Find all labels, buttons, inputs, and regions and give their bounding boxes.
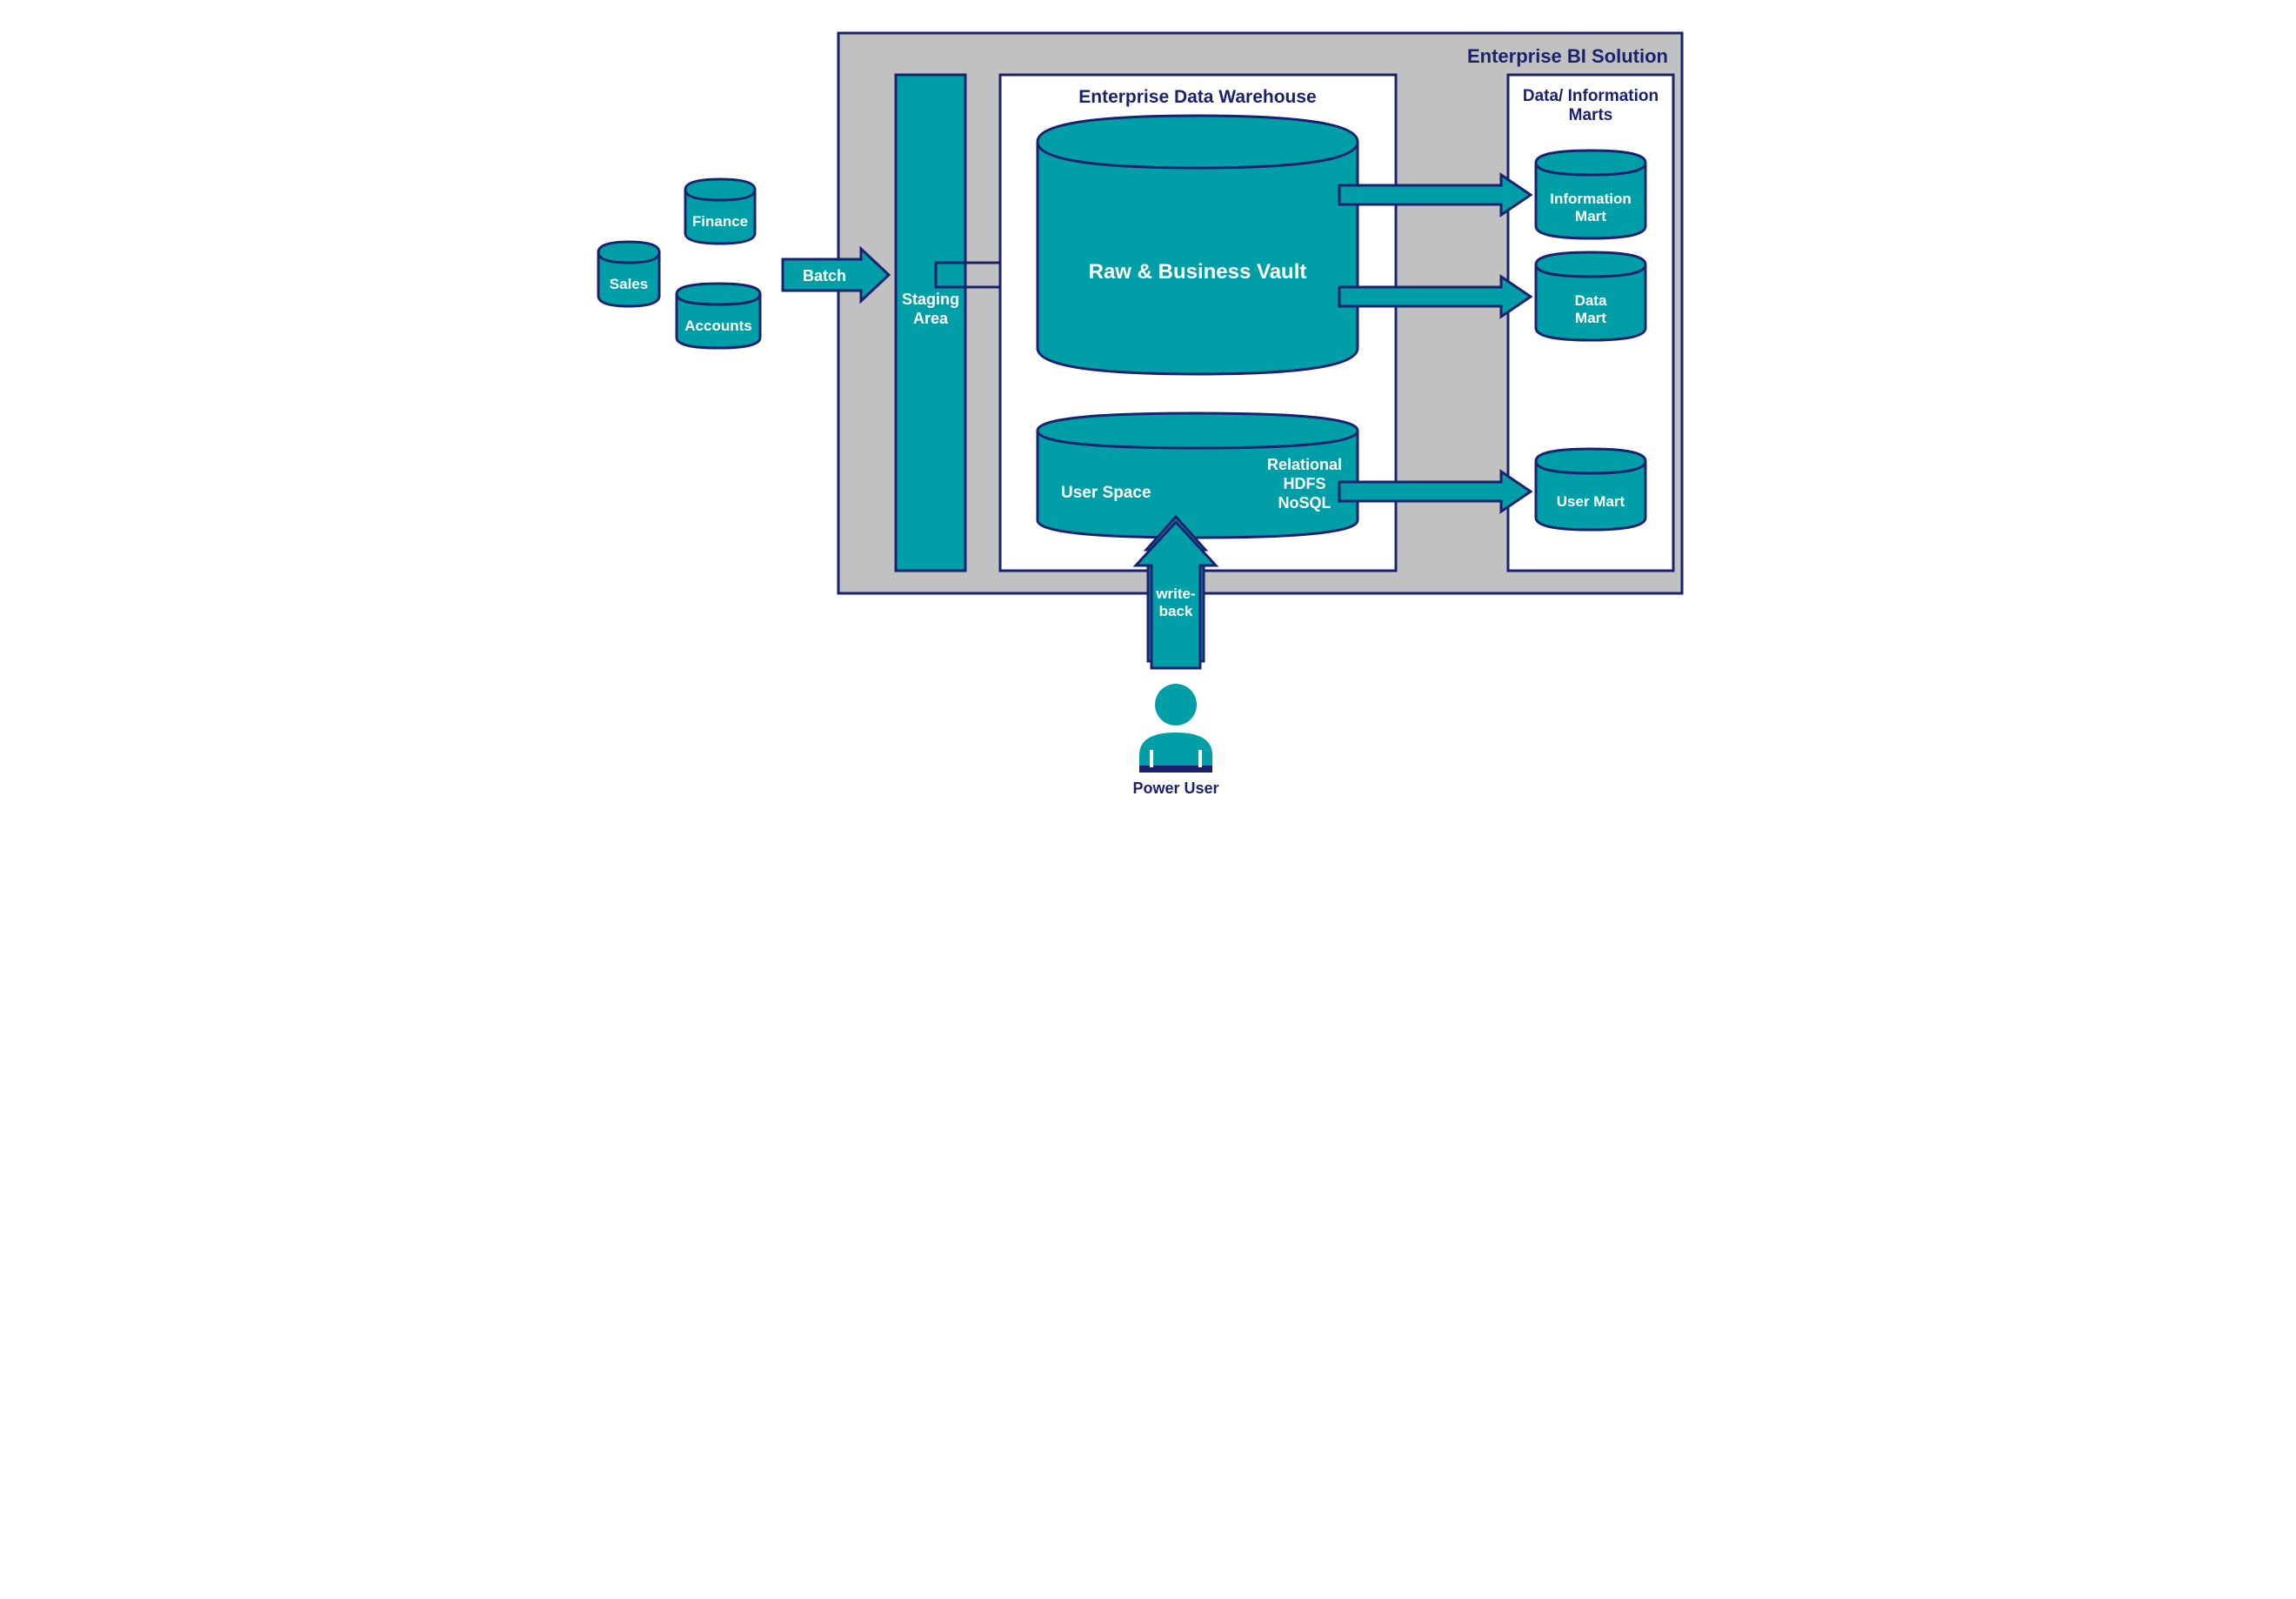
power-user-icon [1139,684,1212,773]
batch-arrow-label: Batch [803,267,846,284]
info-mart-cylinder: InformationMart [1536,151,1645,238]
writeback-label: write-back [1155,585,1195,619]
data-mart-cylinder: DataMart [1536,252,1645,340]
source-accounts-cylinder: Accounts [677,284,760,348]
userspace-cylinder: User Space RelationalHDFSNoSQL [1038,413,1358,538]
userspace-label: User Space [1061,484,1151,502]
user-mart-cylinder: User Mart [1536,449,1645,530]
solution-title: Enterprise BI Solution [1467,45,1668,67]
power-user-label: Power User [1132,779,1218,797]
data-mart-label: DataMart [1575,292,1607,326]
vault-cylinder: Raw & Business Vault [1038,116,1358,374]
source-sales-cylinder: Sales [598,242,659,306]
source-finance-label: Finance [692,213,748,230]
edw-title: Enterprise Data Warehouse [1078,87,1316,107]
user-mart-label: User Mart [1557,493,1625,510]
vault-label: Raw & Business Vault [1089,260,1307,284]
source-accounts-label: Accounts [684,318,751,334]
source-sales-label: Sales [610,276,648,292]
source-finance-cylinder: Finance [685,179,755,244]
